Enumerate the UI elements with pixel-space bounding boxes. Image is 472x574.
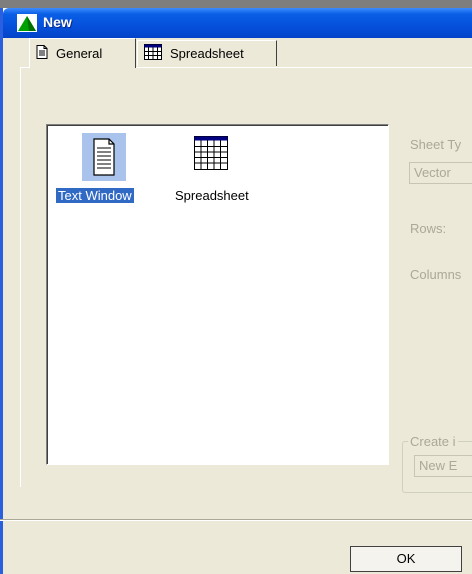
tab-spreadsheet[interactable]: Spreadsheet: [137, 40, 277, 66]
spreadsheet-grid-icon: [194, 136, 228, 173]
window-title: New: [43, 14, 72, 30]
ok-button[interactable]: OK: [350, 546, 462, 572]
title-bar[interactable]: New: [3, 8, 472, 38]
app-logo-icon: [17, 14, 37, 32]
rows-label: Rows:: [410, 221, 447, 236]
list-item-spreadsheet-label: Spreadsheet: [175, 188, 249, 203]
tab-spreadsheet-label: Spreadsheet: [170, 46, 244, 61]
create-in-value: New E: [419, 458, 458, 473]
create-in-label: Create i: [408, 434, 458, 449]
grid-icon: [144, 44, 162, 63]
button-separator: [0, 519, 472, 521]
list-item-text-window-label: Text Window: [56, 188, 134, 203]
tab-general-label: General: [56, 46, 103, 61]
sheet-type-label: Sheet Ty: [410, 137, 462, 152]
document-icon: [36, 45, 48, 62]
text-document-icon: [82, 133, 126, 181]
create-in-select[interactable]: New E: [414, 455, 472, 477]
sheet-type-value: Vector: [414, 165, 451, 180]
columns-label: Columns: [410, 267, 462, 282]
template-list-border: Text Window Spreadsheet: [47, 125, 388, 464]
sheet-type-select[interactable]: Vector: [409, 162, 472, 184]
tab-general[interactable]: General: [29, 38, 136, 68]
template-list[interactable]: Text Window Spreadsheet: [46, 124, 389, 465]
desktop-strip: [0, 0, 472, 8]
